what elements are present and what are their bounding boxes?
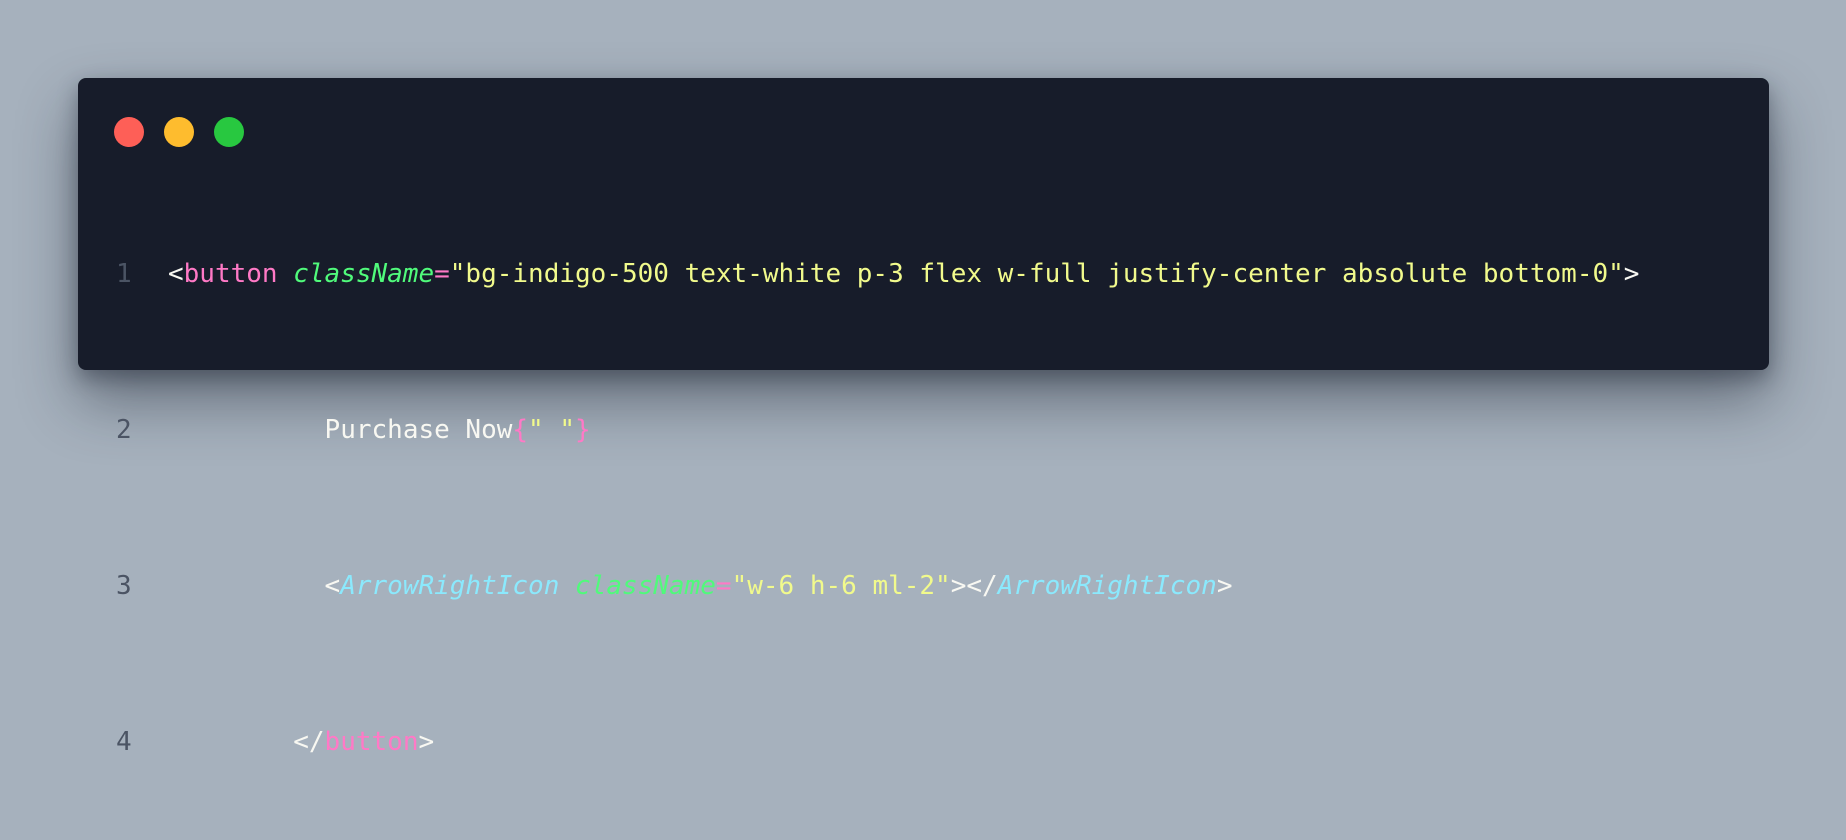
token-punctuation: > <box>418 727 435 757</box>
token-text: Purchase Now <box>324 415 513 445</box>
token-attribute: className <box>293 259 435 289</box>
maximize-window-button[interactable] <box>214 117 244 147</box>
line-number: 3 <box>116 571 132 601</box>
code-block: 1 <button className="bg-indigo-500 text-… <box>78 177 1769 840</box>
code-line: 2 Purchase Now{" "} <box>78 411 1769 450</box>
token-brace: } <box>575 415 591 445</box>
code-window: 1 <button className="bg-indigo-500 text-… <box>78 78 1769 757</box>
token-string: "w-6 h-6 ml-2" <box>731 571 951 601</box>
window-controls <box>114 117 244 147</box>
line-content: Purchase Now{" "} <box>168 411 591 450</box>
token-tag: button <box>183 259 278 289</box>
token-component: ArrowRightIcon <box>340 571 560 601</box>
token-punctuation: > <box>1216 571 1233 601</box>
token-punctuation: > <box>1623 259 1640 289</box>
token-string: "bg-indigo-500 text-white p-3 flex w-ful… <box>449 259 1624 289</box>
code-line: 4 </button> <box>78 723 1769 762</box>
line-number: 1 <box>116 259 132 289</box>
line-content: <button className="bg-indigo-500 text-wh… <box>168 255 1639 294</box>
line-content: <ArrowRightIcon className="w-6 h-6 ml-2"… <box>168 567 1233 606</box>
token-equals: = <box>434 259 450 289</box>
code-line: 1 <button className="bg-indigo-500 text-… <box>78 255 1769 294</box>
token-brace: { <box>512 415 529 445</box>
close-window-button[interactable] <box>114 117 144 147</box>
line-number: 2 <box>116 415 132 445</box>
token-punctuation: < <box>324 571 341 601</box>
line-number: 4 <box>116 727 132 757</box>
token-punctuation: </ <box>293 727 325 757</box>
token-punctuation: < <box>168 259 184 289</box>
code-line: 3 <ArrowRightIcon className="w-6 h-6 ml-… <box>78 567 1769 606</box>
token-attribute: className <box>575 571 716 601</box>
minimize-window-button[interactable] <box>164 117 194 147</box>
token-punctuation: ></ <box>950 571 998 601</box>
token-tag: button <box>324 727 419 757</box>
token-equals: = <box>715 571 732 601</box>
line-content: </button> <box>168 723 434 762</box>
token-component: ArrowRightIcon <box>997 571 1217 601</box>
token-string: " " <box>528 415 576 445</box>
